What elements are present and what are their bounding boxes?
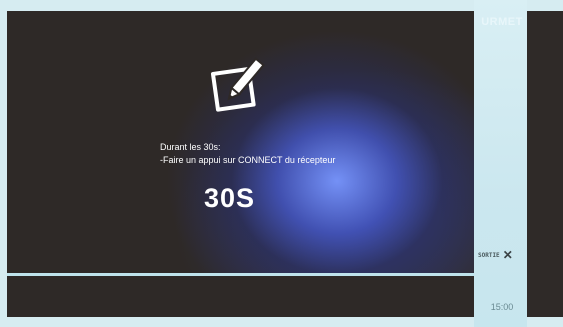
close-icon: ✕ [502, 248, 513, 262]
bottom-strip [7, 276, 474, 317]
edit-icon [210, 57, 265, 112]
side-panel [474, 0, 527, 327]
instruction-text: -Faire un appui sur CONNECT du récepteur [160, 155, 336, 165]
exit-button[interactable]: SORTIE ✕ [478, 248, 513, 262]
clock: 15:00 [490, 302, 514, 312]
instruction-title: Durant les 30s: [160, 142, 221, 152]
main-screen [7, 11, 474, 273]
exit-label: SORTIE [478, 251, 500, 259]
countdown-timer: 30S [204, 183, 256, 213]
brand-logo: URMET [481, 16, 523, 28]
right-edge-panel [527, 11, 563, 317]
